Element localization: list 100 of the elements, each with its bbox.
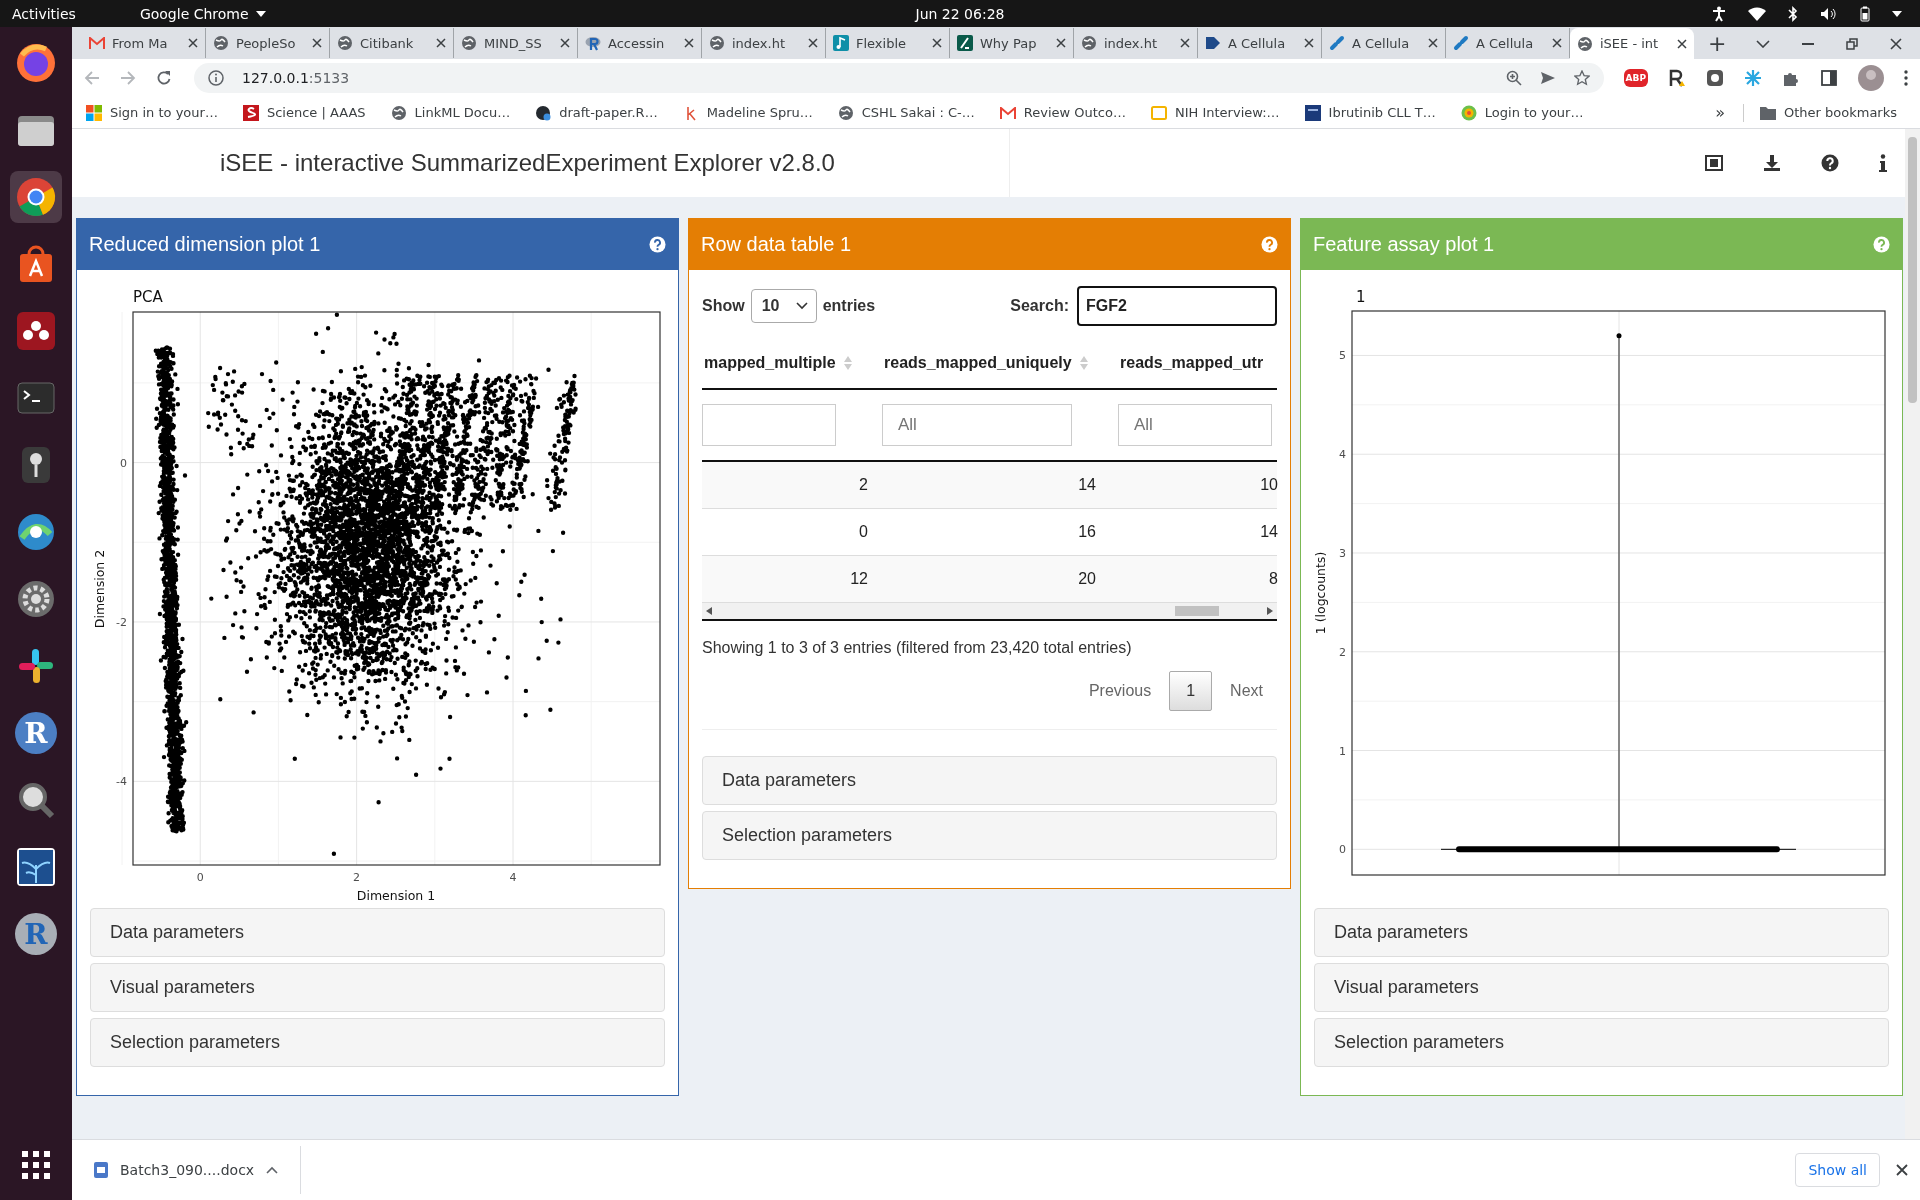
close-icon[interactable]	[560, 38, 570, 48]
close-icon[interactable]	[1056, 38, 1066, 48]
reload-icon[interactable]	[156, 70, 172, 86]
bookmark[interactable]: LinkML Docu…	[384, 104, 517, 121]
restore-icon[interactable]	[1846, 38, 1858, 50]
filter-field[interactable]: All	[882, 404, 1072, 446]
bookmark[interactable]: Madeline Spru…	[676, 104, 819, 121]
battery-icon[interactable]	[1860, 5, 1870, 22]
bookmark[interactable]: NIH Interview:…	[1144, 105, 1286, 120]
extension-icon[interactable]	[1668, 69, 1686, 87]
scrollbar-thumb[interactable]	[1908, 137, 1917, 403]
scroll-right-icon[interactable]	[1267, 607, 1273, 615]
close-icon[interactable]	[684, 38, 694, 48]
column-header[interactable]: mapped_multiple	[702, 354, 882, 372]
collapsible-section[interactable]: Visual parameters	[1314, 963, 1889, 1012]
wifi-icon[interactable]	[1748, 6, 1766, 21]
browser-icon[interactable]	[10, 171, 62, 223]
extension-icon[interactable]	[1706, 69, 1724, 87]
help-icon[interactable]	[649, 236, 666, 253]
bluetooth-icon[interactable]	[1788, 5, 1798, 22]
volume-icon[interactable]	[1820, 6, 1838, 21]
page-button[interactable]: 1	[1169, 671, 1213, 711]
address-bar[interactable]: 127.0.0.1:5133	[194, 63, 1604, 93]
collapsible-section[interactable]: Selection parameters	[90, 1018, 665, 1067]
browser-tab[interactable]: Accessin	[578, 28, 702, 58]
adblock-button[interactable]: ABP	[1623, 69, 1648, 87]
browser-tab[interactable]: Flexible	[826, 28, 950, 58]
send-icon[interactable]	[1539, 70, 1556, 86]
search-field[interactable]: FGF2	[1077, 286, 1277, 326]
close-icon[interactable]	[1896, 1164, 1908, 1176]
help-icon[interactable]	[1821, 154, 1839, 172]
collapsible-section[interactable]: Data parameters	[702, 756, 1277, 805]
scroll-left-icon[interactable]	[706, 607, 712, 615]
show-all-button[interactable]: Show all	[1795, 1153, 1880, 1187]
browser-tab[interactable]: From Ma	[82, 28, 206, 58]
close-icon[interactable]	[312, 38, 322, 48]
browser-tab[interactable]: PeopleSo	[206, 28, 330, 58]
accessibility-icon[interactable]	[1712, 5, 1726, 22]
scrollbar-thumb[interactable]	[1175, 606, 1220, 616]
table-cell: 0	[859, 523, 868, 540]
download-icon[interactable]	[1763, 154, 1781, 172]
chevron-down-icon[interactable]	[1756, 40, 1770, 48]
app-grid-icon[interactable]	[21, 1150, 51, 1180]
previous-button[interactable]: Previous	[1088, 682, 1152, 700]
browser-tab[interactable]: index.ht	[1074, 28, 1198, 58]
new-tab-button[interactable]: +	[1694, 29, 1741, 59]
browser-tab[interactable]: MIND_SS	[454, 28, 578, 58]
close-icon[interactable]	[932, 38, 942, 48]
bookmark[interactable]: draft-paper.R…	[529, 104, 664, 121]
scrollbar[interactable]	[1905, 129, 1920, 1139]
activities-button[interactable]: Activities	[0, 5, 90, 22]
filter-field[interactable]: All	[1118, 404, 1272, 446]
clock[interactable]: Jun 22 06:28	[915, 5, 1005, 22]
caret-icon[interactable]	[1892, 10, 1902, 17]
frame-icon[interactable]	[1705, 155, 1723, 171]
browser-tab[interactable]: iSEE - int	[1570, 28, 1694, 59]
collapsible-section[interactable]: Selection parameters	[702, 811, 1277, 860]
close-icon[interactable]	[1180, 38, 1190, 48]
page-length-select[interactable]: 10	[750, 289, 817, 323]
browser-tab[interactable]: A Cellula	[1322, 28, 1446, 58]
bookmark[interactable]: Login to your…	[1454, 104, 1590, 121]
download-item[interactable]: Batch3_090....docx	[94, 1146, 302, 1194]
scrollbar[interactable]	[702, 603, 1277, 621]
side-panel-icon[interactable]	[1820, 69, 1838, 87]
more-bookmarks-button[interactable]: »	[1707, 103, 1733, 122]
bookmark[interactable]: CSHL Sakai : C-…	[831, 104, 981, 121]
caret-icon[interactable]	[255, 10, 266, 17]
zoom-icon[interactable]	[1505, 70, 1522, 86]
close-icon[interactable]	[1890, 38, 1902, 50]
bookmark[interactable]: Science | AAAS	[236, 104, 372, 121]
browser-tab[interactable]: A Cellula	[1198, 28, 1322, 58]
close-icon[interactable]	[1304, 38, 1314, 48]
avatar[interactable]	[1858, 65, 1884, 91]
close-icon[interactable]	[1552, 38, 1562, 48]
collapsible-section[interactable]: Selection parameters	[1314, 1018, 1889, 1067]
bookmark[interactable]: Sign in to your…	[80, 104, 224, 121]
tab-title: Why Pap	[980, 35, 1038, 51]
next-button[interactable]: Next	[1230, 682, 1263, 700]
bookmark[interactable]: Review Outco…	[993, 105, 1132, 120]
filter-field[interactable]	[702, 404, 836, 446]
collapsible-section[interactable]: Visual parameters	[90, 963, 665, 1012]
close-icon[interactable]	[808, 38, 818, 48]
other-bookmarks-button[interactable]: Other bookmarks	[1754, 105, 1903, 120]
close-icon[interactable]	[1428, 38, 1438, 48]
info-icon[interactable]	[1879, 154, 1887, 172]
close-icon[interactable]	[188, 38, 198, 48]
close-icon[interactable]	[1677, 38, 1687, 49]
bookmark[interactable]: Ibrutinib CLL T…	[1298, 104, 1442, 121]
browser-tab[interactable]: Citibank	[330, 28, 454, 58]
menu-icon[interactable]	[1904, 70, 1908, 86]
collapsible-section[interactable]: Data parameters	[1314, 908, 1889, 957]
star-icon[interactable]	[1573, 70, 1590, 86]
close-icon[interactable]	[436, 38, 446, 48]
app-menu[interactable]: Google Chrome	[89, 5, 249, 22]
browser-tab[interactable]: Why Pap	[950, 28, 1074, 58]
chevron-up-icon[interactable]	[266, 1166, 279, 1174]
browser-tab[interactable]: index.ht	[702, 28, 826, 58]
column-header[interactable]: reads_mapped_utr	[1118, 354, 1278, 372]
collapsible-section[interactable]: Data parameters	[90, 908, 665, 957]
column-header[interactable]: reads_mapped_uniquely	[882, 354, 1118, 372]
